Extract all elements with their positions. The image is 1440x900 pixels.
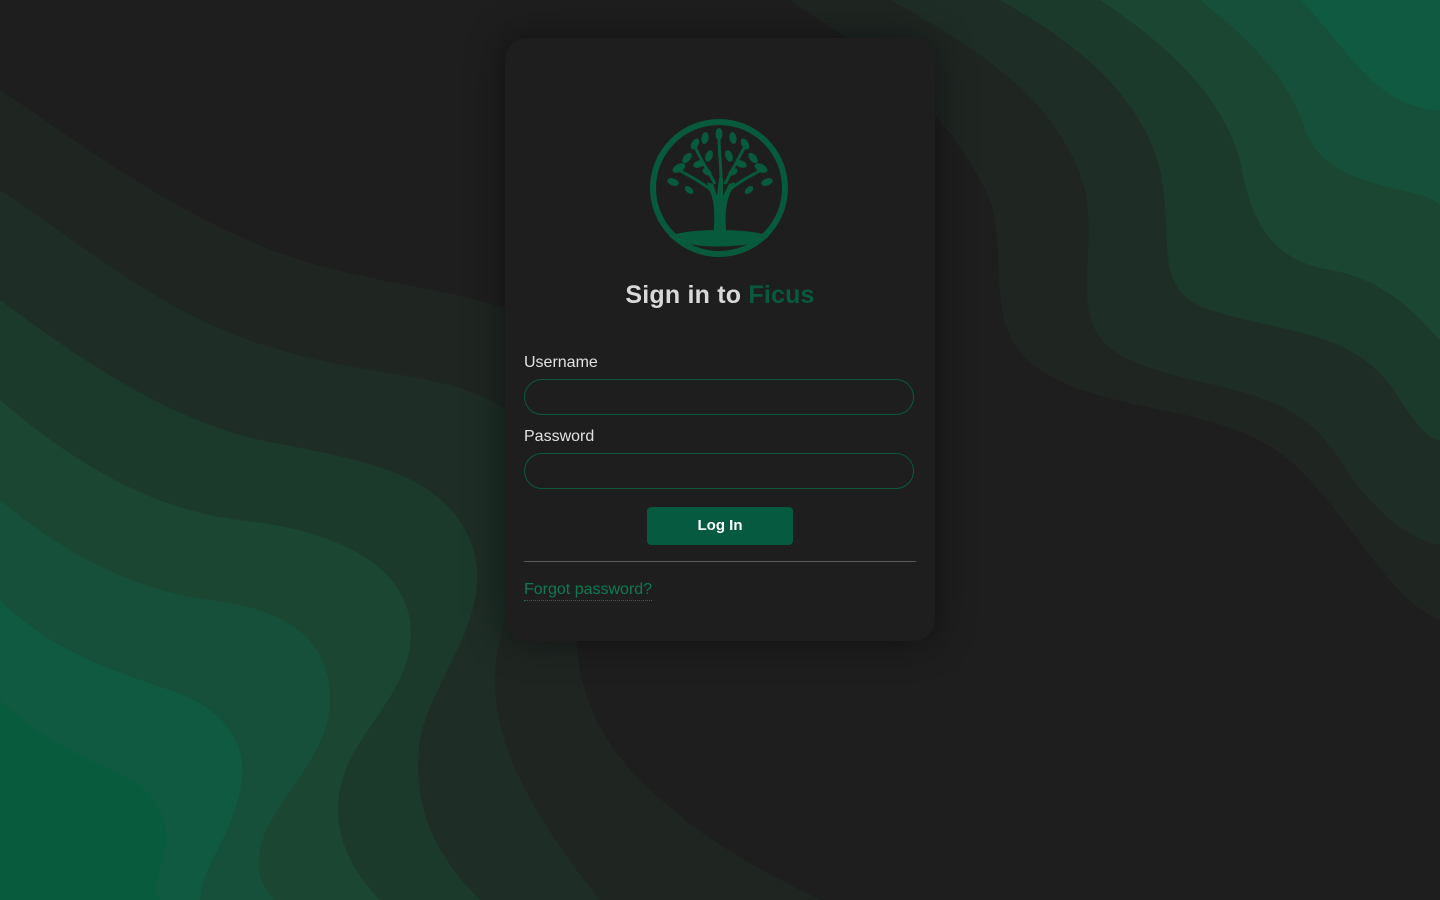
login-card: Sign in to Ficus Username Password Log I…: [505, 38, 935, 641]
title-prefix: Sign in to: [625, 281, 749, 309]
password-field[interactable]: [524, 453, 914, 489]
username-field[interactable]: [524, 379, 914, 415]
password-label: Password: [524, 428, 595, 445]
brand-name: Ficus: [748, 281, 815, 309]
divider: [524, 561, 916, 562]
tree-of-life-icon: [650, 119, 788, 257]
login-button[interactable]: Log In: [647, 507, 793, 545]
forgot-password-link[interactable]: Forgot password?: [524, 581, 653, 601]
page-title: Sign in to Ficus: [505, 281, 935, 310]
username-label: Username: [524, 354, 598, 371]
